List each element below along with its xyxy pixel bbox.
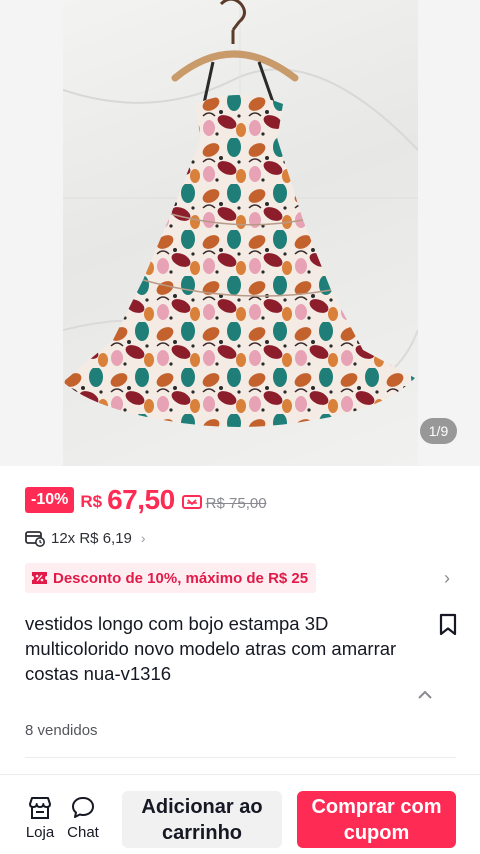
store-icon bbox=[29, 797, 51, 819]
original-price: R$ 75,00 bbox=[205, 494, 267, 512]
buy-with-coupon-button[interactable]: Comprar com cupom bbox=[297, 791, 456, 848]
promo-banner[interactable]: Desconto de 10%, máximo de R$ 25 bbox=[25, 563, 317, 593]
promo-text: Desconto de 10%, máximo de R$ 25 bbox=[53, 569, 309, 587]
coupon-ticket-icon bbox=[32, 572, 47, 584]
collapse-chevron-icon[interactable] bbox=[417, 690, 433, 700]
price-currency: R$ bbox=[80, 492, 103, 511]
product-image-gallery[interactable]: 1/9 bbox=[0, 0, 480, 466]
chat-label: Chat bbox=[67, 824, 99, 841]
image-counter: 1/9 bbox=[420, 418, 457, 444]
discount-badge: -10% bbox=[25, 487, 75, 513]
store-label: Loja bbox=[25, 824, 55, 841]
installment-text: 12x R$ 6,19 bbox=[51, 529, 132, 547]
product-title: vestidos longo com bojo estampa 3D multi… bbox=[25, 613, 397, 684]
bookmark-icon[interactable] bbox=[438, 613, 458, 636]
promo-arrow[interactable]: › bbox=[444, 568, 450, 589]
dress-illustration bbox=[63, 0, 418, 427]
card-clock-icon bbox=[25, 530, 45, 547]
divider bbox=[25, 757, 456, 758]
bottom-action-bar: Loja Chat Adicionar ao carrinho Comprar … bbox=[0, 774, 480, 854]
installment-row[interactable]: 12x R$ 6,19 › bbox=[25, 527, 146, 549]
add-to-cart-button[interactable]: Adicionar ao carrinho bbox=[122, 791, 282, 848]
coupon-icon bbox=[181, 494, 202, 509]
chat-icon bbox=[72, 797, 94, 818]
current-price: 67,50 bbox=[107, 484, 175, 515]
store-button[interactable]: Loja bbox=[20, 795, 60, 841]
chat-button[interactable]: Chat bbox=[63, 795, 103, 841]
price-row: -10% R$ 67,50 R$ 75,00 bbox=[25, 484, 267, 516]
product-photo[interactable] bbox=[63, 0, 418, 466]
sold-count: 8 vendidos bbox=[25, 722, 98, 739]
installment-chevron: › bbox=[140, 530, 146, 546]
